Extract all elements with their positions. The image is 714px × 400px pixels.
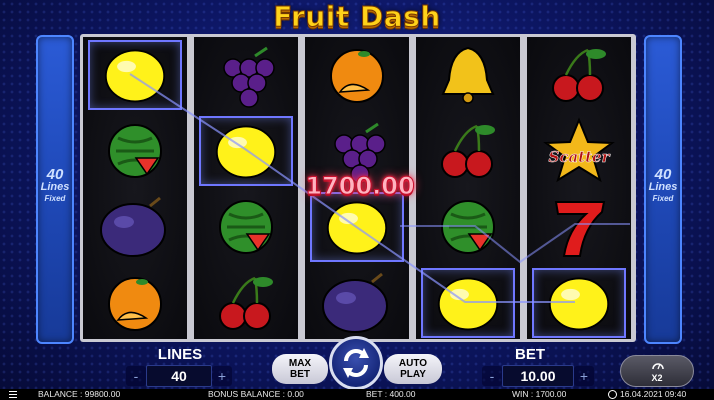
- watermelon-symbol: [199, 192, 293, 262]
- lines-label: LINES: [157, 346, 203, 363]
- lines-stepper: - 40 +: [126, 365, 232, 387]
- max-bet-button[interactable]: MAX BET: [272, 354, 328, 384]
- grapes-symbol: [199, 40, 293, 110]
- reel-5: Scatter: [527, 37, 631, 339]
- spin-button[interactable]: [329, 336, 383, 390]
- lines-count: 40: [654, 166, 672, 183]
- watermelon-symbol: [88, 116, 182, 186]
- scatter-symbol: Scatter: [532, 116, 626, 186]
- cherries-symbol: [532, 40, 626, 110]
- menu-icon[interactable]: [9, 391, 17, 398]
- lines-info-panel-left: 40 Lines Fixed: [36, 35, 74, 344]
- game-title: Fruit Dash: [273, 0, 441, 34]
- scatter-text: Scatter: [549, 148, 611, 166]
- clock-icon: [608, 390, 617, 399]
- lines-info-panel-right: 40 Lines Fixed: [644, 35, 682, 344]
- total-bet-text: BET : 400.00: [366, 389, 416, 399]
- lines-value: 40: [146, 365, 212, 387]
- win-amount-display: 1700.00: [305, 172, 415, 201]
- bell-symbol: [421, 40, 515, 110]
- speed-label: X2: [651, 373, 663, 383]
- bet-stepper: - 10.00 +: [482, 365, 594, 387]
- orange-symbol: [310, 40, 404, 110]
- watermelon-symbol: [421, 192, 515, 262]
- datetime-text: 16.04.2021 09:40: [620, 389, 687, 399]
- seven-symbol: [532, 192, 626, 262]
- lines-increase-button[interactable]: +: [212, 366, 232, 386]
- bet-label: BET: [515, 346, 545, 363]
- reel-1: [83, 37, 187, 339]
- win-text: WIN : 1700.00: [512, 389, 567, 399]
- plum-symbol: [88, 192, 182, 262]
- max-bet-line2: BET: [290, 369, 310, 380]
- bet-increase-button[interactable]: +: [574, 366, 594, 386]
- max-bet-line1: MAX: [288, 358, 312, 369]
- cherries-symbol: [199, 268, 293, 338]
- balance-text: BALANCE : 99800.00: [38, 389, 121, 399]
- lemon-symbol: [532, 268, 626, 338]
- lines-count: 40: [46, 166, 64, 183]
- auto-play-line2: PLAY: [400, 369, 426, 380]
- speed-icon: [652, 363, 664, 370]
- orange-symbol: [88, 268, 182, 338]
- auto-play-line1: AUTO: [398, 358, 428, 369]
- lines-word: Lines: [40, 181, 70, 193]
- lines-word: Lines: [648, 181, 678, 193]
- bet-value: 10.00: [502, 365, 574, 387]
- fixed-word: Fixed: [44, 194, 66, 203]
- lemon-symbol: [310, 192, 404, 262]
- bet-decrease-button[interactable]: -: [482, 366, 502, 386]
- auto-play-button[interactable]: AUTO PLAY: [384, 354, 442, 384]
- bonus-balance-text: BONUS BALANCE : 0.00: [208, 389, 304, 399]
- lemon-symbol: [199, 116, 293, 186]
- spin-icon: [343, 348, 369, 378]
- plum-symbol: [310, 268, 404, 338]
- lemon-symbol: [88, 40, 182, 110]
- lines-decrease-button[interactable]: -: [126, 366, 146, 386]
- fixed-word: Fixed: [652, 194, 674, 203]
- lemon-symbol: [421, 268, 515, 338]
- status-bar: BALANCE : 99800.00 BONUS BALANCE : 0.00 …: [0, 389, 714, 400]
- speed-toggle-button[interactable]: X2: [620, 355, 694, 387]
